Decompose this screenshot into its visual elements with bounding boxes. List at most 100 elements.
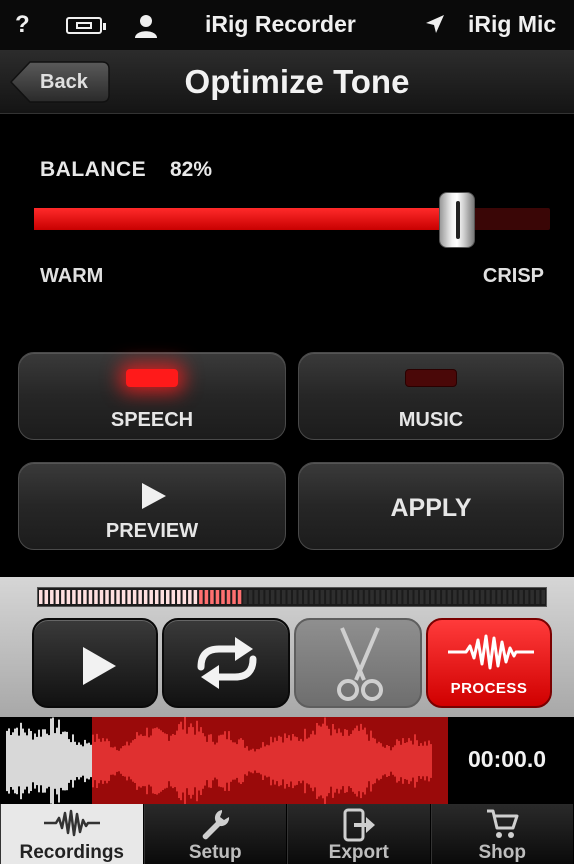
waveform-sample <box>194 734 196 788</box>
waveform-sample <box>396 739 398 783</box>
waveform-sample <box>216 742 218 780</box>
waveform-sample <box>272 742 274 780</box>
waveform-sample <box>206 741 208 781</box>
meter-segment <box>502 590 507 604</box>
waveform-sample <box>102 738 104 784</box>
meter-segment <box>486 590 490 604</box>
speech-indicator-light <box>126 369 178 387</box>
waveform-sample <box>24 732 26 790</box>
tab-setup[interactable]: Setup <box>143 804 287 864</box>
waveform-sample <box>234 742 236 780</box>
tab-label: Export <box>328 842 389 863</box>
waveform-sample <box>392 747 394 775</box>
waveform-sample <box>374 738 376 784</box>
waveform-sample <box>162 732 164 790</box>
waveform-sample <box>390 750 392 772</box>
music-button-label: MUSIC <box>398 409 464 431</box>
waveform-sample <box>354 728 356 794</box>
waveform-sample <box>264 746 266 776</box>
waveform-sample <box>148 737 150 785</box>
loop-button[interactable] <box>162 618 290 708</box>
waveform-sample <box>182 729 184 793</box>
meter-segment <box>154 590 159 604</box>
meter-segment <box>447 590 452 604</box>
meter-segment <box>243 590 247 604</box>
waveform-sample <box>406 742 408 780</box>
meter-segment <box>276 590 280 604</box>
tab-shop[interactable]: Shop <box>430 804 574 864</box>
meter-segment <box>425 590 430 604</box>
waveform-sample <box>302 741 304 781</box>
waveform-sample <box>274 737 276 785</box>
waveform-sample <box>248 750 250 772</box>
waveform-sample <box>404 743 406 779</box>
waveform-sample <box>10 735 12 787</box>
meter-segment <box>50 590 54 604</box>
crisp-label: CRISP <box>482 265 544 287</box>
meter-segment <box>535 590 540 604</box>
meter-segment <box>105 590 109 604</box>
scissors-icon <box>337 627 383 701</box>
meter-segment <box>193 590 198 604</box>
tab-label: Setup <box>188 842 242 863</box>
waveform-sample <box>98 738 100 784</box>
waveform-sample <box>122 746 124 776</box>
waveform-sample <box>174 734 176 788</box>
play-icon <box>83 647 116 685</box>
waveform-sample <box>76 744 78 778</box>
meter-segment <box>309 590 314 604</box>
waveform-sample <box>268 745 270 777</box>
play-button[interactable] <box>32 618 158 708</box>
meter-segment <box>55 590 60 604</box>
waveform-sample <box>82 746 84 776</box>
waveform-sample <box>176 730 178 792</box>
meter-segment <box>469 590 474 604</box>
tab-export[interactable]: Export <box>287 804 431 864</box>
meter-segment <box>508 590 512 604</box>
waveform-sample <box>228 731 230 791</box>
waveform-sample <box>262 742 264 780</box>
speech-button[interactable]: SPEECH <box>18 352 286 440</box>
waveform-sample <box>376 743 378 779</box>
waveform-sample <box>38 729 40 793</box>
music-button[interactable]: MUSIC <box>298 352 564 440</box>
waveform-sample <box>164 733 166 789</box>
waveform-sample <box>230 740 232 782</box>
waveform-sample <box>172 734 174 789</box>
waveform-sample <box>106 738 108 784</box>
slider-thumb[interactable] <box>439 192 475 248</box>
waveform-sample <box>256 749 258 773</box>
meter-segment <box>491 590 496 604</box>
process-button[interactable]: PROCESS <box>426 618 552 708</box>
waveform-sample <box>366 734 368 788</box>
apply-button[interactable]: APPLY <box>298 462 564 550</box>
meter-segment <box>210 590 214 604</box>
meter-segment <box>215 590 220 604</box>
waveform-sample <box>204 736 206 786</box>
waveform-sample <box>254 751 256 771</box>
help-icon[interactable]: ? <box>15 11 30 39</box>
waveform-sample <box>152 728 154 794</box>
waveform-sample <box>188 727 190 795</box>
waveform-sample <box>190 723 192 799</box>
waveform-sample <box>130 742 132 780</box>
trim-button[interactable] <box>294 618 422 708</box>
meter-segment <box>420 590 424 604</box>
waveform-sample <box>26 735 28 787</box>
waveform-sample <box>250 749 252 773</box>
waveform-sample <box>132 740 134 782</box>
preview-button[interactable]: PREVIEW <box>18 462 286 550</box>
waveform-sample <box>412 744 414 778</box>
waveform-sample <box>50 718 52 804</box>
meter-segment <box>199 590 203 604</box>
tab-recordings[interactable]: Recordings <box>0 804 144 864</box>
meter-segment <box>348 590 352 604</box>
meter-segment <box>353 590 358 604</box>
meter-segment <box>127 590 131 604</box>
waveform-sample <box>252 748 254 774</box>
balance-slider[interactable] <box>34 192 550 248</box>
loop-icon <box>197 637 257 689</box>
cart-icon <box>487 809 519 838</box>
waveform-sample <box>94 741 96 781</box>
meter-segment <box>138 590 142 604</box>
